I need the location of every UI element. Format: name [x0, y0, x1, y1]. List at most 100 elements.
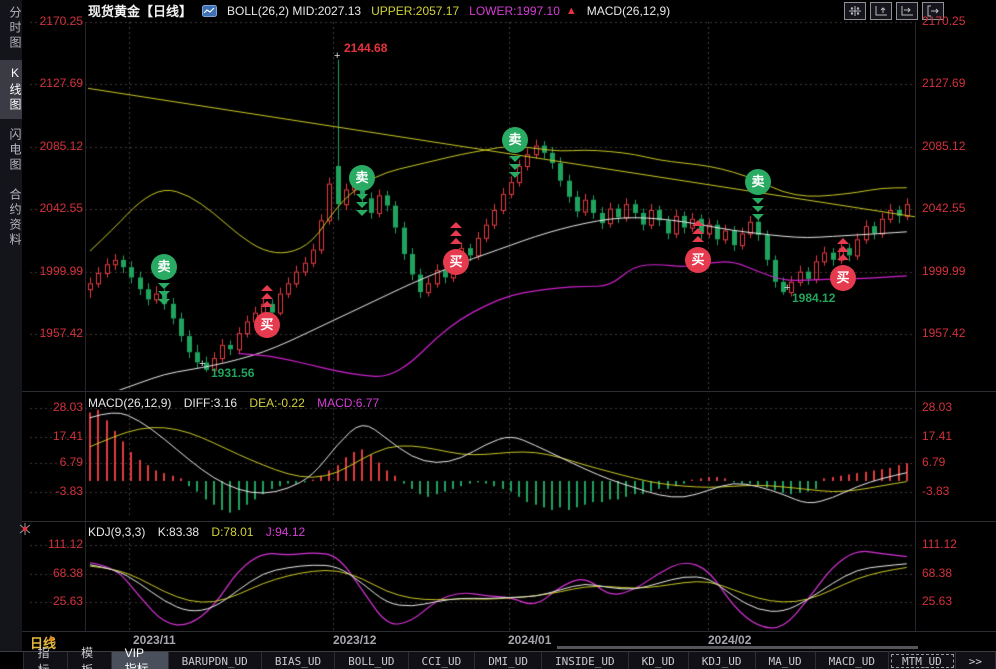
h-scrollbar-thumb[interactable]	[557, 646, 918, 649]
price-axis-label-right: 1999.99	[922, 264, 965, 278]
bottom-tab-mtm-ud[interactable]: MTM_UD	[889, 652, 956, 669]
plot-right-border	[915, 22, 916, 631]
price-axis-label-right: 2085.12	[922, 139, 965, 153]
triangle-down-icon	[509, 156, 521, 162]
buy-signal-marker: 买	[254, 312, 280, 338]
bottom-tab-ma-ud[interactable]: MA_UD	[756, 652, 816, 669]
kdj-axis-label-left: 111.12	[31, 537, 83, 551]
triangle-down-icon	[356, 194, 368, 200]
buy-signal-label: 买	[685, 247, 711, 273]
triangle-up-icon	[837, 246, 849, 252]
price-axis-label-left: 1999.99	[31, 264, 83, 278]
buy-signal-label: 买	[443, 249, 469, 275]
sell-signal-marker: 卖	[502, 127, 528, 153]
macd-dea-readout: DEA:-0.22	[249, 396, 304, 410]
sell-signal-label: 卖	[745, 169, 771, 195]
sidebar-tab-4[interactable]: 合约资料	[0, 182, 22, 254]
kdj-axis-label-left: 68.38	[31, 566, 83, 580]
price-annotation: 1984.12	[792, 291, 835, 305]
kdj-axis-label-right: 111.12	[922, 537, 957, 551]
price-axis-label-right: 2127.69	[922, 76, 965, 90]
bottom-tab-barupdn-ud[interactable]: BARUPDN_UD	[169, 652, 262, 669]
triangle-up-icon	[692, 236, 704, 242]
price-axis-label-right: 2042.55	[922, 201, 965, 215]
bottom-tab-指标[interactable]: 指标	[24, 652, 68, 669]
bottom-tab--[interactable]: >>	[956, 652, 996, 669]
date-axis-label: 2024/02	[708, 633, 751, 647]
bottom-tab-模板[interactable]: 模板	[68, 652, 112, 669]
triangle-down-icon	[752, 214, 764, 220]
triangle-down-icon	[158, 299, 170, 305]
chart-type-icon	[202, 5, 217, 17]
macd-diff-readout: DIFF:3.16	[184, 396, 237, 410]
tabbar-grip	[0, 652, 24, 669]
sell-signal-label: 卖	[349, 165, 375, 191]
macd-axis-label-left: -3.83	[31, 484, 83, 498]
macd-title: MACD(26,12,9)	[88, 396, 171, 410]
chart-canvas[interactable]	[0, 0, 996, 669]
triangle-up-icon	[692, 228, 704, 234]
price-axis-label-left: 2127.69	[31, 76, 83, 90]
triangle-up-icon	[837, 238, 849, 244]
sidebar-tab-1[interactable]: 分时图	[0, 0, 22, 57]
triangle-up-icon	[837, 254, 849, 260]
macd-axis-label-right: 6.79	[922, 455, 945, 469]
bottom-tab-kd-ud[interactable]: KD_UD	[629, 652, 689, 669]
topbar: 现货黄金【日线】 BOLL(26,2) MID:2027.13 UPPER:20…	[26, 0, 996, 21]
price-axis-label-right: 1957.42	[922, 326, 965, 340]
bottom-tab-inside-ud[interactable]: INSIDE_UD	[542, 652, 629, 669]
extreme-cross-mark: +	[334, 50, 340, 62]
macd-pane-header: MACD(26,12,9) DIFF:3.16 DEA:-0.22 MACD:6…	[88, 396, 388, 410]
price-axis-label-left: 2085.12	[31, 139, 83, 153]
bottom-tab-kdj-ud[interactable]: KDJ_UD	[689, 652, 756, 669]
triangle-up-icon	[692, 220, 704, 226]
macd-params-readout: MACD(26,12,9)	[587, 4, 670, 18]
kdj-axis-label-right: 25.63	[922, 594, 952, 608]
buy-signal-marker: 买	[685, 247, 711, 273]
triangle-up-icon	[450, 222, 462, 228]
triangle-up-icon	[450, 230, 462, 236]
bottom-tab-vip指标[interactable]: VIP指标	[112, 652, 169, 669]
kdj-j-readout: J:94.12	[266, 525, 305, 539]
extreme-cross-mark: +	[784, 282, 790, 294]
triangle-up-icon	[261, 301, 273, 307]
boll-mid-readout: BOLL(26,2) MID:2027.13	[227, 4, 361, 18]
triangle-down-icon	[158, 291, 170, 297]
boll-lower-readout: LOWER:1997.10	[469, 4, 560, 18]
bottom-tab-boll-ud[interactable]: BOLL_UD	[335, 652, 408, 669]
triangle-down-icon	[158, 283, 170, 289]
kdj-axis-label-right: 68.38	[922, 566, 952, 580]
main-macd-divider[interactable]	[0, 391, 996, 392]
pane-splitter-icon[interactable]	[17, 522, 33, 541]
sell-signal-marker: 卖	[349, 165, 375, 191]
price-axis-label-left: 2042.55	[31, 201, 83, 215]
triangle-up-icon	[261, 285, 273, 291]
bottom-tab-cci-ud[interactable]: CCI_UD	[409, 652, 476, 669]
kdj-date-divider	[0, 631, 996, 632]
buy-signal-label: 买	[254, 312, 280, 338]
sell-signal-label: 卖	[151, 254, 177, 280]
kdj-pane-header: KDJ(9,3,3) K:83.38 D:78.01 J:94.12	[88, 525, 314, 539]
sell-signal-label: 卖	[502, 127, 528, 153]
macd-kdj-divider[interactable]	[0, 521, 996, 522]
triangle-down-icon	[509, 172, 521, 178]
macd-axis-label-left: 28.03	[31, 400, 83, 414]
macd-axis-label-right: 28.03	[922, 400, 952, 414]
triangle-down-icon	[356, 210, 368, 216]
bottom-tab-bias-ud[interactable]: BIAS_UD	[262, 652, 335, 669]
triangle-up-icon	[261, 293, 273, 299]
sidebar-tab-2[interactable]: K线图	[0, 60, 22, 119]
kdj-k-readout: K:83.38	[158, 525, 199, 539]
sidebar-tab-3[interactable]: 闪电图	[0, 122, 22, 179]
bottom-tab-dmi-ud[interactable]: DMI_UD	[475, 652, 542, 669]
buy-signal-marker: 买	[443, 249, 469, 275]
up-arrow-icon: ▲	[566, 5, 577, 17]
price-axis-label-left: 1957.42	[31, 326, 83, 340]
macd-axis-label-left: 17.41	[31, 429, 83, 443]
date-axis-label: 2024/01	[508, 633, 551, 647]
boll-upper-readout: UPPER:2057.17	[371, 4, 459, 18]
buy-signal-marker: 买	[830, 265, 856, 291]
triangle-down-icon	[752, 206, 764, 212]
triangle-down-icon	[752, 198, 764, 204]
bottom-tab-macd-ud[interactable]: MACD_UD	[816, 652, 889, 669]
